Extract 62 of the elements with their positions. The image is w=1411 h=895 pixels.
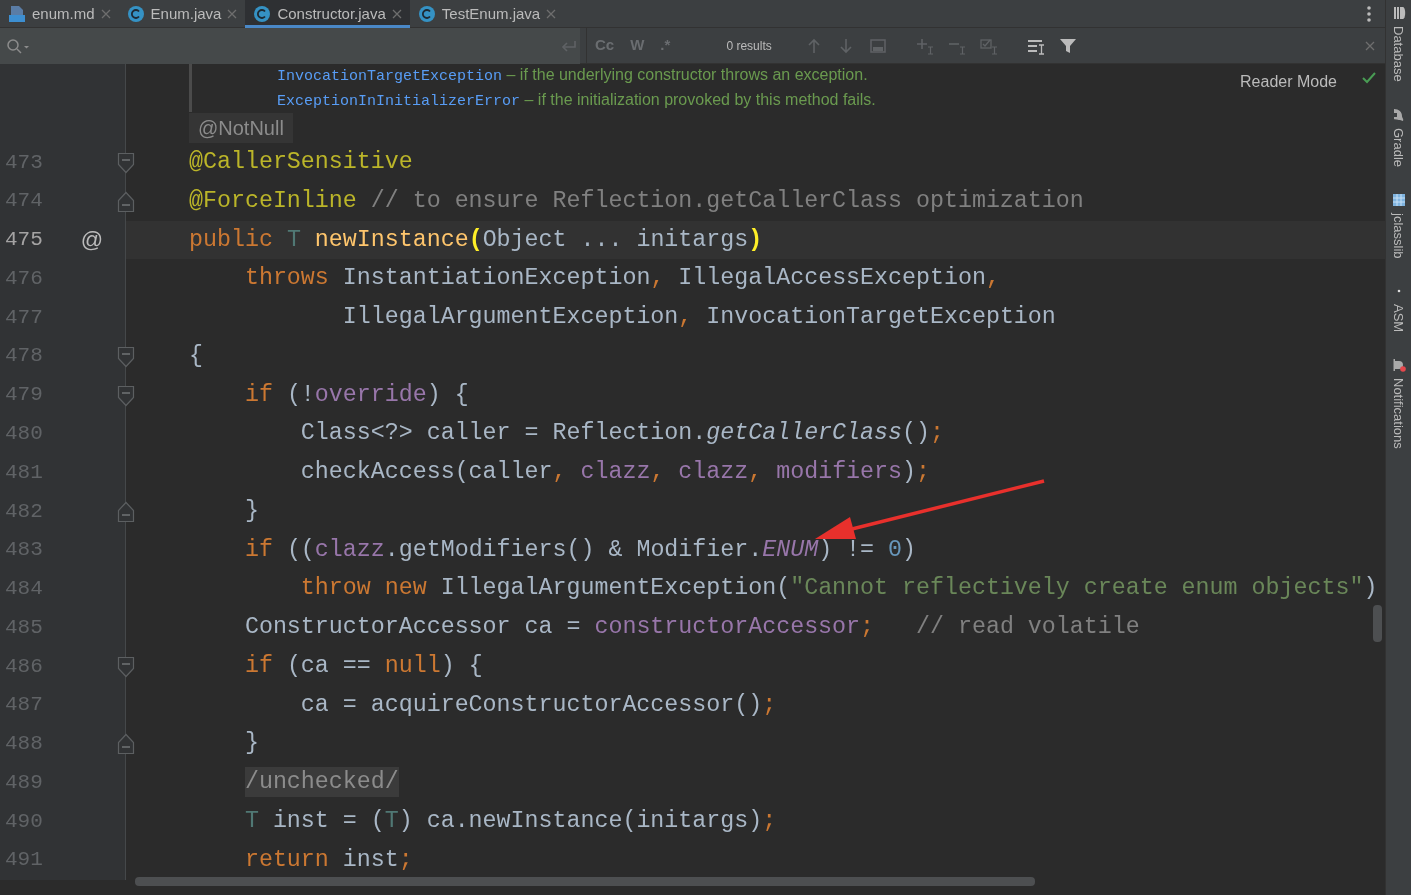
markdown-file-icon: [8, 5, 26, 23]
code-line: ConstructorAccessor ca = constructorAccessor; // read volatile: [243, 613, 1140, 643]
fold-icon[interactable]: [117, 733, 135, 756]
funnel-icon[interactable]: [1058, 36, 1077, 55]
bell-icon: [1391, 358, 1406, 373]
close-icon[interactable]: [227, 9, 238, 19]
elephant-icon: [1391, 107, 1406, 122]
fold-icon[interactable]: [117, 345, 135, 368]
code-line: Class<?> caller = Reflection.getCallerClass();: [299, 419, 944, 449]
code-line: checkAccess(caller, clazz, clazz, modifiers);: [299, 458, 930, 488]
code-line: throw new IllegalArgumentException("Cannot reflectively create enum objects"): [299, 574, 1378, 604]
close-icon[interactable]: [100, 9, 111, 19]
fold-icon[interactable]: [117, 384, 135, 407]
database-icon: [1391, 6, 1406, 20]
class-icon: [126, 5, 145, 23]
fold-icon[interactable]: [117, 655, 135, 678]
fold-icon[interactable]: [117, 190, 135, 213]
code-line: {: [189, 341, 203, 371]
fold-icon[interactable]: [117, 152, 135, 174]
code-line: @CallerSensitive: [189, 148, 413, 177]
scrollbar-thumb[interactable]: [1373, 605, 1382, 642]
class-icon: [417, 5, 436, 23]
window-icon[interactable]: [868, 36, 887, 55]
code-line: if (!override) {: [243, 380, 469, 410]
scrollbar-thumb[interactable]: [135, 877, 1035, 886]
class-icon: [253, 5, 272, 23]
close-icon[interactable]: [391, 9, 402, 19]
editor-tab[interactable]: enum.md: [0, 0, 119, 28]
code-line: public T newInstance(Object ... initargs): [189, 225, 763, 255]
editor-tab[interactable]: Enum.java: [118, 0, 246, 28]
check-icon: [1361, 70, 1377, 86]
code-line: return inst;: [243, 845, 413, 875]
tool-window-button[interactable]: Notifications: [1388, 352, 1409, 450]
tool-window-button[interactable]: Database: [1388, 0, 1409, 82]
tool-window-button[interactable]: ASM: [1388, 278, 1409, 333]
tool-window-button[interactable]: jclasslib: [1388, 186, 1409, 259]
doc-line: ExceptionInInitializerError – if the initialization provoked by this method fails.: [277, 90, 877, 112]
select-all-icon[interactable]: [979, 36, 998, 55]
close-icon[interactable]: [1365, 40, 1375, 51]
line-number: 475: [5, 227, 44, 254]
gutter-marker[interactable]: @: [75, 223, 109, 257]
reader-mode-link[interactable]: Reader Mode: [1240, 70, 1337, 94]
add-occurrence-icon[interactable]: [915, 36, 934, 55]
code-line: }: [243, 729, 259, 759]
search-icon[interactable]: [5, 36, 31, 55]
results-count: 0 results: [726, 37, 772, 55]
tool-window-button[interactable]: Gradle: [1388, 101, 1409, 167]
code-line: @ForceInline // to ensure Reflection.getCallerClass optimization: [189, 186, 1084, 216]
doc-line: InvocationTargetException – if the underlying constructor throws an exception.: [277, 65, 869, 87]
annotation-hint: @NotNull: [189, 112, 293, 143]
close-icon[interactable]: [546, 9, 557, 19]
fold-icon[interactable]: [117, 500, 135, 523]
code-line: throws InstantiationException, IllegalAccessException,: [243, 264, 1000, 294]
code-line: IllegalArgumentException, InvocationTargetException: [341, 303, 1056, 333]
search-field[interactable]: [0, 27, 580, 64]
editor-tab[interactable]: TestEnum.java: [409, 0, 565, 28]
code-line: }: [243, 496, 259, 526]
code-line: if (ca == null) {: [243, 651, 483, 681]
code-line: ca = acquireConstructorAccessor();: [299, 690, 777, 720]
grid-icon: [1391, 192, 1406, 207]
code-line: T inst = (T) ca.newInstance(initargs);: [243, 807, 777, 836]
editor-tab[interactable]: Constructor.java: [245, 0, 410, 28]
